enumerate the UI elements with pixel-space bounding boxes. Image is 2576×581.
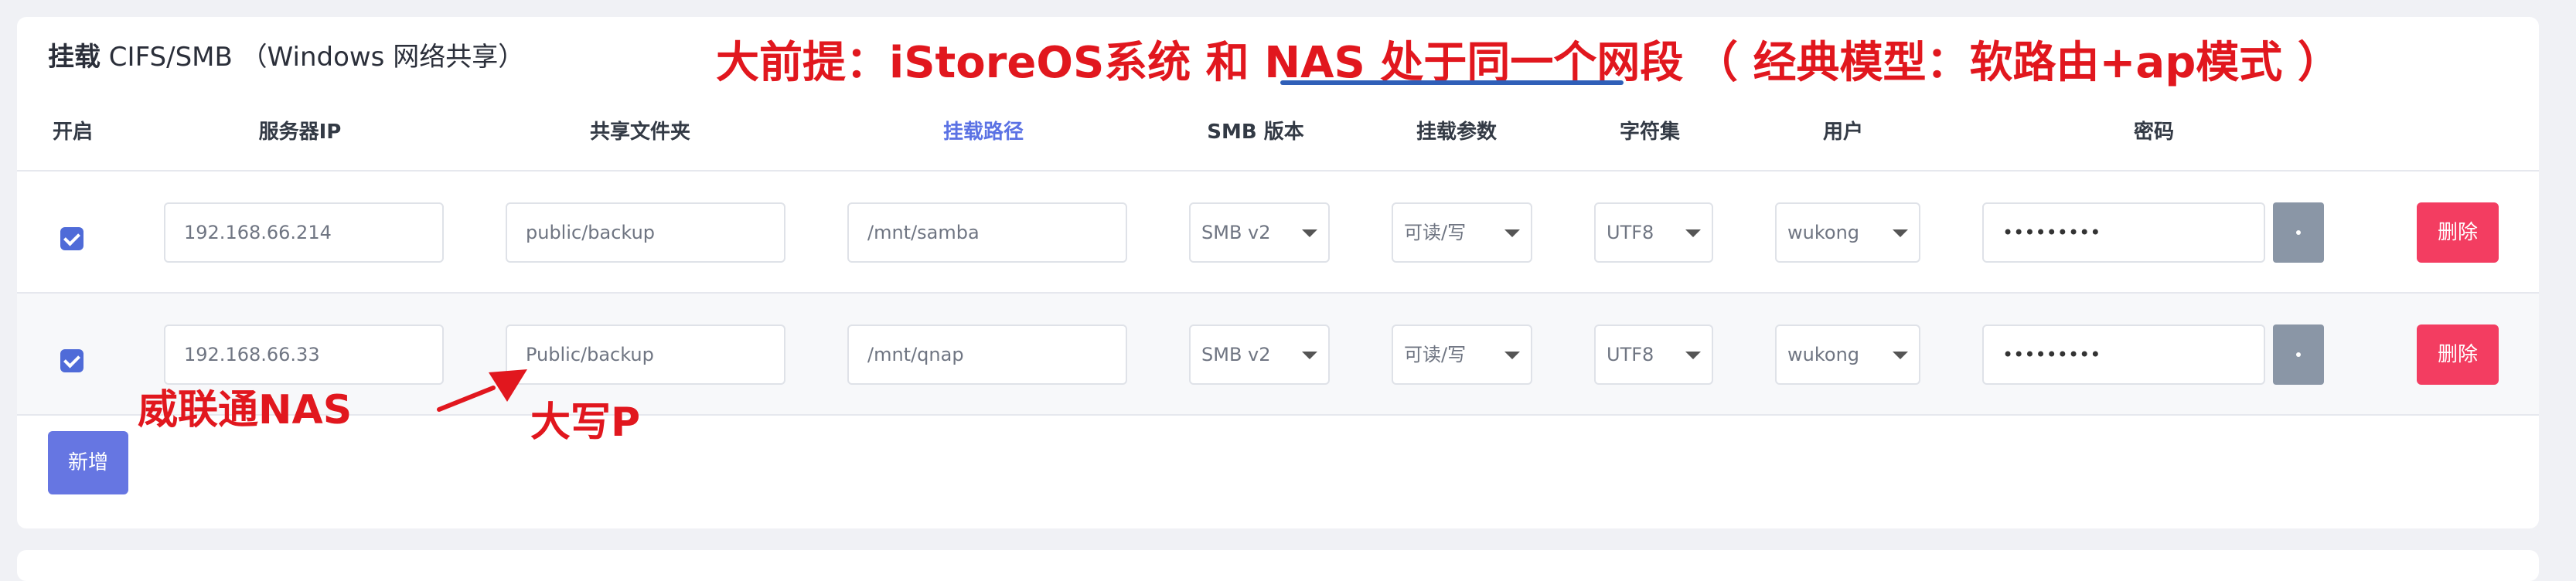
- mount-path-input[interactable]: /mnt/samba: [847, 202, 1127, 263]
- table-row: 192.168.66.214 public/backup /mnt/samba …: [17, 172, 2539, 294]
- chevron-down-icon: [1685, 229, 1701, 237]
- smb-version-value: SMB v2: [1201, 344, 1271, 365]
- mount-params-value: 可读/写: [1404, 222, 1467, 243]
- charset-value: UTF8: [1607, 222, 1654, 243]
- enabled-checkbox[interactable]: [60, 349, 83, 372]
- toggle-password-button[interactable]: [2273, 202, 2324, 263]
- user-select[interactable]: wukong: [1775, 324, 1920, 385]
- chevron-down-icon: [1504, 352, 1520, 359]
- chevron-down-icon: [1893, 352, 1908, 359]
- password-input[interactable]: •••••••••: [1982, 324, 2265, 385]
- share-folder-input[interactable]: public/backup: [506, 202, 785, 263]
- mount-params-select[interactable]: 可读/写: [1392, 202, 1532, 263]
- mount-panel: 挂载 CIFS/SMB （Windows 网络共享） 开启 服务器IP 共享文件…: [17, 17, 2539, 528]
- chevron-down-icon: [1302, 352, 1317, 359]
- smb-version-select[interactable]: SMB v2: [1189, 202, 1330, 263]
- delete-button[interactable]: 删除: [2417, 324, 2499, 385]
- eye-icon: [2296, 230, 2301, 235]
- col-charset: 字符集: [1619, 121, 1681, 144]
- charset-value: UTF8: [1607, 344, 1654, 365]
- uppercase-p-annotation: 大写P: [530, 399, 641, 446]
- chevron-down-icon: [1302, 229, 1317, 237]
- chevron-down-icon: [1685, 352, 1701, 359]
- col-enabled: 开启: [52, 121, 94, 144]
- col-server-ip: 服务器IP: [258, 121, 342, 144]
- next-panel: [17, 550, 2539, 581]
- charset-select[interactable]: UTF8: [1594, 324, 1713, 385]
- charset-select[interactable]: UTF8: [1594, 202, 1713, 263]
- col-mount-params: 挂载参数: [1416, 121, 1498, 144]
- user-value: wukong: [1787, 222, 1860, 243]
- add-button[interactable]: 新增: [48, 431, 128, 494]
- col-smb-version: SMB 版本: [1207, 121, 1304, 144]
- server-ip-input[interactable]: 192.168.66.33: [164, 324, 444, 385]
- mount-params-select[interactable]: 可读/写: [1392, 324, 1532, 385]
- share-folder-input[interactable]: Public/backup: [506, 324, 785, 385]
- smb-version-value: SMB v2: [1201, 222, 1271, 243]
- password-input[interactable]: •••••••••: [1982, 202, 2265, 263]
- mount-path-input[interactable]: /mnt/qnap: [847, 324, 1127, 385]
- chevron-down-icon: [1893, 229, 1908, 237]
- panel-title-strong: 挂载: [48, 42, 101, 73]
- arrow-icon: [437, 369, 527, 412]
- model-annotation: （ 经典模型：软路由+ap模式 ）: [1695, 38, 2341, 88]
- user-select[interactable]: wukong: [1775, 202, 1920, 263]
- smb-version-select[interactable]: SMB v2: [1189, 324, 1330, 385]
- eye-icon: [2296, 352, 2301, 357]
- panel-title-rest: CIFS/SMB （Windows 网络共享）: [101, 42, 525, 73]
- col-mount-path[interactable]: 挂载路径: [943, 94, 1024, 170]
- panel-title: 挂载 CIFS/SMB （Windows 网络共享）: [48, 36, 524, 73]
- toggle-password-button[interactable]: [2273, 324, 2324, 385]
- server-ip-input[interactable]: 192.168.66.214: [164, 202, 444, 263]
- mount-params-value: 可读/写: [1404, 344, 1467, 365]
- table-header: 开启 服务器IP 共享文件夹 挂载路径 SMB 版本 挂载参数 字符集 用户 密…: [17, 94, 2539, 172]
- col-user: 用户: [1822, 121, 1864, 144]
- delete-button[interactable]: 删除: [2417, 202, 2499, 263]
- annotation-underline: [1280, 80, 1624, 85]
- col-password: 密码: [2133, 121, 2175, 144]
- user-value: wukong: [1787, 344, 1860, 365]
- col-share-folder: 共享文件夹: [589, 121, 691, 144]
- table-row: 192.168.66.33 Public/backup /mnt/qnap SM…: [17, 294, 2539, 416]
- enabled-checkbox[interactable]: [60, 227, 83, 250]
- chevron-down-icon: [1504, 229, 1520, 237]
- qnap-annotation: 威联通NAS: [138, 387, 353, 433]
